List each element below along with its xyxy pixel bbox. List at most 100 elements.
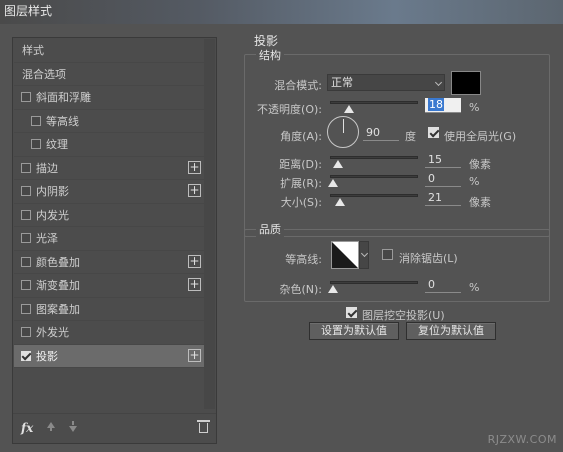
angle-label: 角度(A):	[280, 130, 322, 143]
style-item[interactable]: 光泽	[14, 227, 204, 251]
add-icon[interactable]: +	[188, 184, 201, 197]
style-item-checkbox[interactable]	[21, 162, 31, 173]
angle-unit: 度	[405, 130, 416, 143]
set-default-button[interactable]: 设置为默认值	[309, 322, 399, 340]
size-unit: 像素	[469, 196, 491, 209]
move-up-icon[interactable]	[47, 422, 55, 431]
blend-mode-select[interactable]: 正常	[327, 74, 445, 91]
style-item-label: 渐变叠加	[36, 279, 80, 292]
style-item[interactable]: 投影 +	[14, 344, 204, 368]
spread-label: 扩展(R):	[280, 177, 322, 190]
fx-icon[interactable]: fx	[21, 421, 33, 435]
global-light-checkbox[interactable]	[428, 127, 439, 138]
contour-label: 等高线:	[285, 253, 322, 266]
style-item-checkbox[interactable]	[21, 186, 31, 196]
style-item-label: 光泽	[36, 232, 58, 245]
knockout-label: 图层挖空投影(U)	[362, 309, 445, 322]
style-item-checkbox[interactable]	[21, 92, 31, 102]
spread-unit: %	[469, 175, 480, 188]
style-item[interactable]: 内阴影 +	[14, 180, 204, 204]
style-item[interactable]: 混合选项	[14, 63, 204, 86]
distance-unit: 像素	[469, 158, 491, 171]
style-item-checkbox[interactable]	[21, 209, 31, 220]
contour-dropdown[interactable]	[359, 241, 369, 269]
style-item-checkbox[interactable]	[21, 233, 31, 243]
style-item-label: 投影	[36, 349, 58, 363]
spread-slider-thumb[interactable]	[328, 179, 338, 187]
style-item-checkbox[interactable]	[21, 303, 31, 314]
styles-list: 样式 混合选项 斜面和浮雕 等高线 纹理 描边 + 内阴影 + 内发光 光泽 颜色叠加 + 渐变叠加 + 图案…	[14, 39, 204, 368]
style-item[interactable]: 斜面和浮雕	[14, 86, 204, 110]
layer-style-dialog: 样式 混合选项 斜面和浮雕 等高线 纹理 描边 + 内阴影 + 内发光 光泽 颜色叠加 + 渐变叠加 + 图案…	[0, 24, 563, 452]
style-item[interactable]: 样式	[14, 39, 204, 63]
style-item[interactable]: 外发光	[14, 321, 204, 345]
style-item-checkbox[interactable]	[21, 280, 31, 290]
reset-default-button[interactable]: 复位为默认值	[406, 322, 496, 340]
size-slider-thumb[interactable]	[335, 198, 346, 206]
spread-slider-track[interactable]	[330, 175, 418, 178]
shadow-color-swatch[interactable]	[451, 71, 481, 95]
add-icon[interactable]: +	[188, 278, 201, 291]
quality-title: 品质	[256, 221, 284, 237]
style-item-label: 样式	[22, 44, 44, 57]
add-icon[interactable]: +	[188, 348, 201, 362]
distance-label: 距离(D):	[279, 158, 322, 171]
style-item[interactable]: 图案叠加	[14, 298, 204, 321]
contour-preview[interactable]	[331, 241, 359, 269]
global-light-label: 使用全局光(G)	[444, 130, 517, 143]
trash-icon[interactable]	[197, 420, 210, 433]
distance-slider-track[interactable]	[330, 156, 418, 159]
distance-input[interactable]: 15	[425, 153, 461, 168]
watermark: RJZXW.COM	[487, 433, 557, 446]
opacity-input[interactable]: 18	[425, 98, 461, 113]
style-item-label: 外发光	[36, 326, 69, 339]
style-item-label: 颜色叠加	[36, 255, 80, 269]
knockout-checkbox[interactable]	[346, 307, 357, 318]
style-item-checkbox[interactable]	[21, 327, 31, 337]
noise-slider-track[interactable]	[330, 281, 418, 284]
noise-unit: %	[469, 281, 480, 294]
style-item[interactable]: 颜色叠加 +	[14, 251, 204, 274]
style-item-label: 描边	[36, 161, 58, 175]
styles-list-scrollbar[interactable]	[204, 39, 215, 409]
style-item-label: 图案叠加	[36, 302, 80, 316]
style-item[interactable]: 内发光	[14, 204, 204, 227]
antialias-label: 消除锯齿(L)	[399, 252, 458, 265]
style-item[interactable]: 等高线	[14, 110, 204, 133]
styles-footer: fx	[13, 413, 216, 443]
opacity-label: 不透明度(O):	[257, 103, 322, 116]
opacity-slider-track[interactable]	[330, 101, 418, 104]
opacity-slider-thumb[interactable]	[343, 105, 354, 113]
spread-input[interactable]: 0	[425, 172, 461, 187]
chevron-down-icon	[434, 78, 443, 87]
size-input[interactable]: 21	[425, 191, 461, 206]
antialias-checkbox[interactable]	[382, 249, 393, 260]
angle-input[interactable]: 90	[363, 126, 399, 141]
style-item-label: 混合选项	[22, 67, 66, 81]
add-icon[interactable]: +	[188, 160, 201, 174]
style-item-checkbox[interactable]	[21, 256, 31, 267]
distance-slider-thumb[interactable]	[333, 160, 344, 168]
style-item-checkbox[interactable]	[21, 350, 31, 361]
style-item-checkbox[interactable]	[31, 139, 41, 149]
noise-slider-thumb[interactable]	[328, 285, 338, 293]
style-item[interactable]: 渐变叠加 +	[14, 274, 204, 298]
window-title: 图层样式	[0, 0, 563, 24]
style-item-checkbox[interactable]	[31, 115, 41, 126]
size-label: 大小(S):	[280, 196, 322, 209]
style-item[interactable]: 描边 +	[14, 157, 204, 180]
style-item-label: 纹理	[46, 138, 68, 151]
move-down-icon[interactable]	[69, 421, 77, 432]
angle-dial[interactable]	[327, 116, 359, 148]
styles-list-panel: 样式 混合选项 斜面和浮雕 等高线 纹理 描边 + 内阴影 + 内发光 光泽 颜色叠加 + 渐变叠加 + 图案…	[12, 37, 217, 444]
opacity-unit: %	[469, 101, 480, 114]
noise-label: 杂色(N):	[279, 283, 322, 296]
style-item[interactable]: 纹理	[14, 133, 204, 157]
structure-title: 结构	[256, 47, 284, 63]
size-slider-track[interactable]	[330, 194, 418, 197]
style-item-label: 斜面和浮雕	[36, 91, 91, 104]
style-item-label: 内发光	[36, 208, 69, 222]
noise-input[interactable]: 0	[425, 278, 461, 293]
add-icon[interactable]: +	[188, 254, 201, 268]
style-item-label: 等高线	[46, 114, 79, 128]
